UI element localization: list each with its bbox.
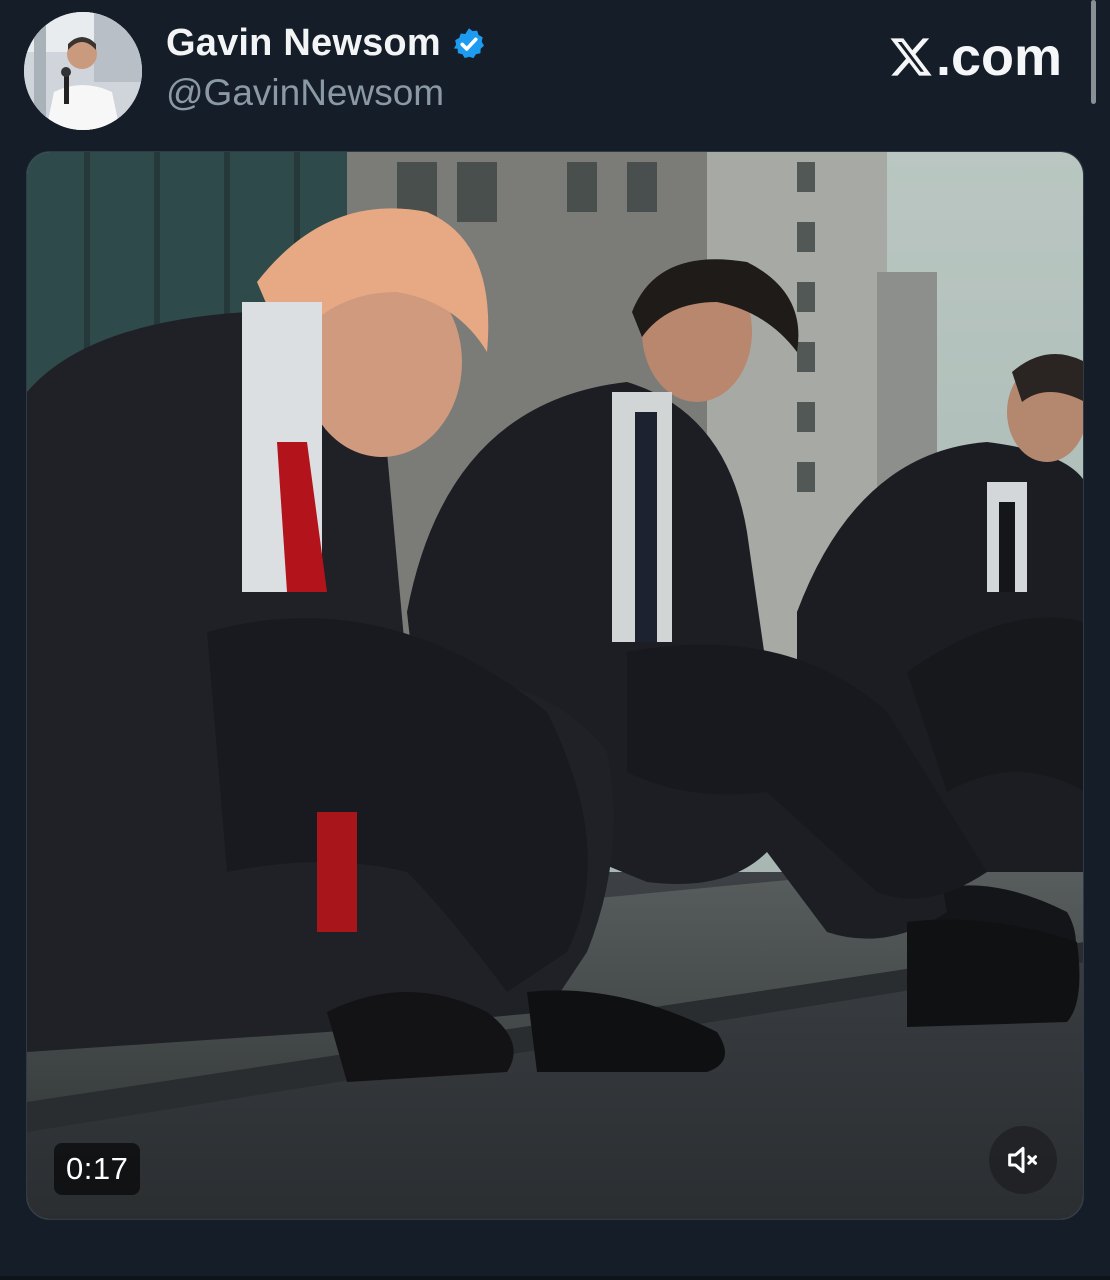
author-name-row[interactable]: Gavin Newsom <box>166 22 487 65</box>
avatar-photo <box>24 12 142 130</box>
author-display-name[interactable]: Gavin Newsom <box>166 22 441 65</box>
video-timestamp: 0:17 <box>54 1143 141 1195</box>
site-label: .com <box>888 26 1062 88</box>
author-avatar[interactable] <box>24 12 142 130</box>
site-domain: .com <box>935 27 1062 87</box>
speaker-muted-icon <box>1008 1146 1037 1174</box>
tweet-header: Gavin Newsom @GavinNewsom .com <box>0 0 1110 150</box>
page-scrollbar[interactable] <box>1091 0 1096 104</box>
video-frame <box>27 152 1083 1219</box>
author-handle[interactable]: @GavinNewsom <box>166 72 444 114</box>
verified-badge-icon <box>453 27 484 58</box>
video-player[interactable]: 0:17 <box>26 151 1084 1220</box>
bottom-divider <box>0 1276 1110 1280</box>
x-logo-icon <box>890 38 932 76</box>
mute-button[interactable] <box>989 1126 1057 1194</box>
